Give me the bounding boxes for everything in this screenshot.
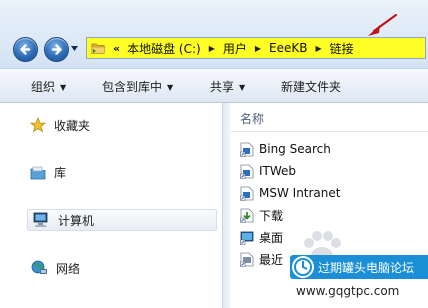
organize-menu-button[interactable]: 组织 ▼ bbox=[31, 78, 66, 95]
link-icon bbox=[240, 164, 254, 179]
nav-item-computer[interactable]: 计算机 bbox=[27, 209, 217, 231]
list-item[interactable]: 最近 bbox=[240, 249, 283, 269]
file-name: 下载 bbox=[259, 208, 284, 223]
network-icon bbox=[31, 260, 47, 274]
computer-icon bbox=[33, 212, 48, 227]
watermark-text: 过期罐头电脑论坛 bbox=[318, 260, 415, 275]
breadcrumb-users[interactable]: 用户 bbox=[222, 40, 248, 57]
file-name: Bing Search bbox=[259, 142, 331, 156]
list-item[interactable]: 下载 bbox=[240, 205, 283, 225]
recent-places-icon bbox=[240, 252, 254, 267]
watermark-badge: 过期罐头电脑论坛 bbox=[290, 255, 428, 279]
breadcrumb-separator-icon[interactable]: ▶ bbox=[316, 44, 322, 53]
forward-arrow-icon bbox=[51, 44, 62, 55]
breadcrumb-links[interactable]: 链接 bbox=[329, 40, 355, 57]
include-in-library-menu-button[interactable]: 包含到库中 ▼ bbox=[102, 78, 173, 95]
navigation-pane: 收藏夹 库 计算机 网络 bbox=[0, 103, 222, 308]
nav-item-label: 收藏夹 bbox=[54, 118, 91, 133]
forum-logo-icon bbox=[292, 256, 314, 278]
share-label: 共享 bbox=[210, 80, 235, 94]
desktop-shortcut-icon bbox=[240, 230, 254, 245]
include-in-library-label: 包含到库中 bbox=[102, 80, 163, 94]
chevron-down-icon: ▼ bbox=[60, 83, 67, 92]
list-item[interactable]: Bing Search bbox=[240, 139, 331, 159]
forward-button[interactable] bbox=[44, 37, 69, 62]
list-item[interactable]: 桌面 bbox=[240, 227, 283, 247]
nav-item-favorites[interactable]: 收藏夹 bbox=[30, 114, 90, 136]
column-header-name[interactable]: 名称 bbox=[240, 110, 264, 127]
library-icon bbox=[30, 166, 46, 179]
recent-pages-dropdown-icon[interactable] bbox=[71, 46, 78, 52]
breadcrumb-eeekb[interactable]: EeeKB bbox=[268, 41, 308, 55]
back-arrow-icon bbox=[20, 44, 31, 55]
list-item[interactable]: ITWeb bbox=[240, 161, 296, 181]
breadcrumb-separator-icon[interactable]: ▶ bbox=[255, 44, 261, 53]
file-name: MSW Intranet bbox=[259, 186, 341, 200]
watermark-url: www.gqgtpc.com bbox=[296, 284, 400, 298]
back-button[interactable] bbox=[13, 37, 38, 62]
file-name: 桌面 bbox=[259, 230, 284, 245]
folder-icon bbox=[91, 42, 106, 55]
breadcrumb-local-disk[interactable]: 本地磁盘 (C:) bbox=[126, 40, 202, 57]
nav-item-libraries[interactable]: 库 bbox=[30, 161, 66, 183]
column-header-divider bbox=[230, 131, 428, 132]
chevron-down-icon: ▼ bbox=[239, 83, 246, 92]
share-menu-button[interactable]: 共享 ▼ bbox=[210, 78, 245, 95]
nav-item-label: 库 bbox=[54, 165, 67, 180]
downloads-shortcut-icon bbox=[240, 208, 254, 223]
organize-label: 组织 bbox=[31, 80, 56, 94]
list-item[interactable]: MSW Intranet bbox=[240, 183, 340, 203]
nav-item-network[interactable]: 网络 bbox=[30, 257, 80, 279]
command-toolbar: 组织 ▼ 包含到库中 ▼ 共享 ▼ 新建文件夹 bbox=[0, 68, 428, 103]
file-name: ITWeb bbox=[259, 164, 297, 178]
new-folder-button[interactable]: 新建文件夹 bbox=[281, 78, 341, 95]
nav-item-label: 网络 bbox=[56, 261, 81, 276]
annotation-arrow-icon bbox=[368, 13, 398, 36]
address-overflow-chevron[interactable]: « bbox=[113, 42, 120, 55]
chevron-down-icon: ▼ bbox=[167, 83, 174, 92]
link-icon bbox=[240, 186, 254, 201]
link-icon bbox=[240, 142, 254, 157]
star-icon bbox=[30, 117, 46, 133]
breadcrumb-separator-icon[interactable]: ▶ bbox=[209, 44, 215, 53]
nav-item-label: 计算机 bbox=[58, 213, 95, 228]
file-name: 最近 bbox=[259, 252, 284, 267]
